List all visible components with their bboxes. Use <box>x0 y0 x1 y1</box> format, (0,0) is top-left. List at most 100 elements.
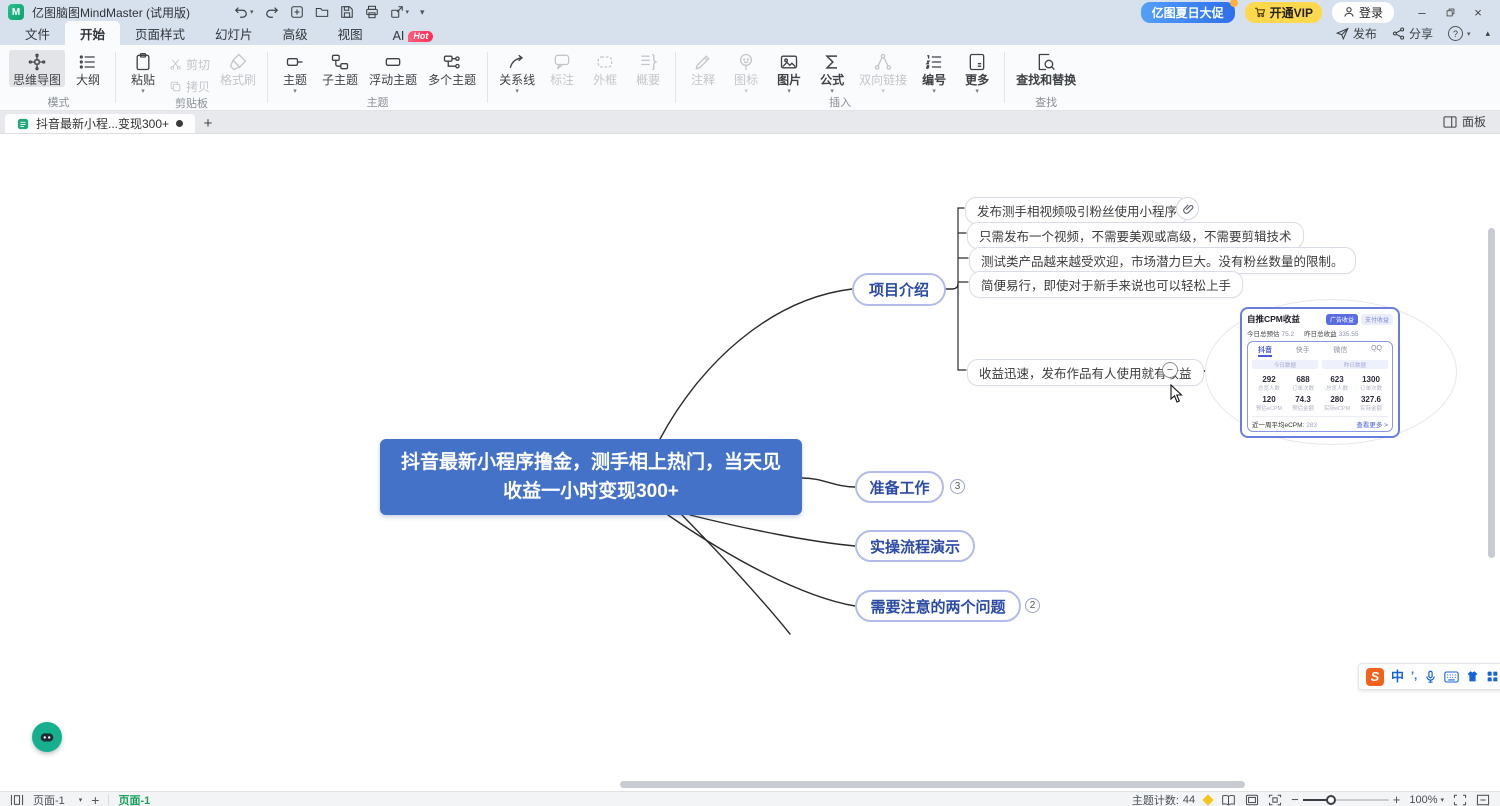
formula-sigma-icon <box>822 52 842 72</box>
page-tab-active[interactable]: 页面-1 <box>118 792 150 806</box>
collapse-toggle-icon[interactable]: − <box>1162 362 1178 378</box>
zoom-level-dropdown[interactable]: 100%▾ <box>1409 794 1444 806</box>
add-page-button[interactable]: + <box>91 792 99 806</box>
subtopic-market-potential[interactable]: 测试类产品越来越受欢迎，市场潜力巨大。没有粉丝数量的限制。 <box>969 247 1356 274</box>
zoom-out-button[interactable]: − <box>1291 792 1299 806</box>
callout-button[interactable]: 标注 <box>542 50 582 87</box>
sogou-input-toolbar[interactable]: S 中 ’, <box>1358 663 1500 690</box>
save-button[interactable] <box>340 5 354 19</box>
cut-button[interactable]: 剪切 <box>169 56 210 73</box>
export-dropdown-arrow[interactable]: ▾ <box>406 8 410 16</box>
menu-tab-view[interactable]: 视图 <box>323 21 378 45</box>
boundary-button[interactable]: 外框 <box>585 50 625 87</box>
more-insert-button[interactable]: 更多 ▾ <box>957 50 997 94</box>
collapsed-count-badge-preparation[interactable]: 3 <box>950 479 965 494</box>
multiple-topics-button[interactable]: 多个主题 <box>424 50 480 87</box>
menu-tab-file[interactable]: 文件 <box>10 21 65 45</box>
print-button[interactable] <box>365 5 379 19</box>
attachment-link-icon[interactable] <box>1176 197 1199 220</box>
floating-topic-button[interactable]: 浮动主题 <box>365 50 421 87</box>
insert-image-button[interactable]: 图片 ▾ <box>769 50 809 94</box>
subtopic-easy-for-beginners[interactable]: 简便易行，即使对于新手来说也可以轻松上手 <box>969 271 1243 298</box>
outline-mode-button[interactable]: 大纲 <box>68 50 108 87</box>
toolbox-grid-icon[interactable] <box>1486 670 1499 683</box>
cpm-stats-card-image[interactable]: 自推CPM收益 广告收益 支付收益 今日总预估75.2 昨日总收益335.55 … <box>1240 307 1400 438</box>
publish-button[interactable]: 发布 <box>1336 25 1377 42</box>
minimize-button[interactable]: – <box>1408 1 1436 23</box>
find-replace-button[interactable]: 查找和替换 <box>1012 50 1080 87</box>
collapsed-count-badge-two-issues[interactable]: 2 <box>1025 598 1040 613</box>
help-button[interactable]: ?▾ <box>1448 26 1471 41</box>
menu-tab-slideshow[interactable]: 幻灯片 <box>200 21 268 45</box>
summary-button[interactable]: 概要 <box>628 50 668 87</box>
slide-view-icon[interactable] <box>1245 794 1259 806</box>
mindmap-mode-button[interactable]: 思维导图 <box>9 50 65 87</box>
page-dropdown[interactable]: 页面-1▾ <box>33 792 82 806</box>
panel-toggle-button[interactable]: 面板 <box>1443 113 1500 133</box>
vip-button[interactable]: 开通VIP <box>1245 2 1322 23</box>
branch-preparation[interactable]: 准备工作 <box>855 471 944 503</box>
menu-tab-home[interactable]: 开始 <box>65 21 120 45</box>
vertical-scrollbar-thumb[interactable] <box>1488 228 1495 558</box>
collapse-canvas-icon[interactable] <box>1476 794 1490 806</box>
cart-icon <box>1254 6 1266 18</box>
new-tab-button[interactable]: + <box>195 114 221 133</box>
share-button[interactable]: 分享 <box>1392 25 1433 42</box>
weekly-ecpm-value: 283 <box>1306 422 1317 429</box>
export-share-button[interactable]: ▾ <box>390 5 410 19</box>
redo-button[interactable] <box>265 5 279 19</box>
gem-icon[interactable] <box>1202 794 1213 805</box>
keyboard-icon[interactable] <box>1444 671 1459 683</box>
chinese-mode-icon[interactable]: 中 <box>1391 670 1404 683</box>
customize-quick-access-button[interactable]: ▾ <box>420 7 425 18</box>
paste-button[interactable]: 粘贴 ▾ <box>123 50 163 94</box>
page-spread-view-icon[interactable] <box>1221 794 1236 806</box>
document-tab[interactable]: 抖音最新小程...变现300+ <box>5 114 195 133</box>
horizontal-scrollbar-thumb[interactable] <box>620 781 1245 788</box>
close-button[interactable]: × <box>1464 1 1492 23</box>
skin-shirt-icon[interactable] <box>1466 670 1479 683</box>
undo-dropdown-arrow[interactable]: ▾ <box>250 8 254 16</box>
branch-project-intro[interactable]: 项目介绍 <box>852 273 946 306</box>
branch-two-issues[interactable]: 需要注意的两个问题 <box>855 590 1021 622</box>
yesterday-revenue-label: 昨日总收益 <box>1304 331 1337 338</box>
subtopic-one-video[interactable]: 只需发布一个视频，不需要美观或高级，不需要剪辑技术 <box>967 222 1304 249</box>
app-title: 亿图脑图MindMaster (试用版) <box>32 4 190 21</box>
page-panel-icon[interactable] <box>10 794 24 806</box>
mindmap-canvas[interactable]: 抖音最新小程序撸金，测手相上热门，当天见收益一小时变现300+ 项目介绍 准备工… <box>0 134 1500 791</box>
menu-tab-page-style[interactable]: 页面样式 <box>120 21 200 45</box>
undo-button[interactable]: ▾ <box>234 5 254 19</box>
menu-tab-advanced[interactable]: 高级 <box>268 21 323 45</box>
numbering-button[interactable]: 编号 ▾ <box>914 50 954 94</box>
central-topic[interactable]: 抖音最新小程序撸金，测手相上热门，当天见收益一小时变现300+ <box>380 439 802 515</box>
subtopic-button[interactable]: 子主题 <box>318 50 362 87</box>
open-file-button[interactable] <box>315 5 329 19</box>
microphone-icon[interactable] <box>1424 670 1437 683</box>
punctuation-icon[interactable]: ’, <box>1411 671 1417 682</box>
restore-button[interactable] <box>1436 1 1464 23</box>
subtopic-publish-video[interactable]: 发布测手相视频吸引粉丝使用小程序 <box>965 197 1189 224</box>
insert-formula-button[interactable]: 公式 ▾ <box>812 50 852 94</box>
insert-icon-button[interactable]: 图标 ▾ <box>726 50 766 94</box>
zoom-slider-track[interactable] <box>1303 799 1389 801</box>
copy-button[interactable]: 拷贝 <box>169 78 210 95</box>
new-document-button[interactable] <box>290 5 304 19</box>
zoom-in-button[interactable]: + <box>1393 792 1401 806</box>
fit-to-window-icon[interactable] <box>1268 794 1282 806</box>
menu-tab-ai[interactable]: AI Hot <box>378 26 449 45</box>
login-button[interactable]: 登录 <box>1332 2 1394 23</box>
collapse-ribbon-button[interactable]: ▴ <box>1485 28 1490 39</box>
sogou-logo-icon[interactable]: S <box>1366 668 1384 686</box>
numbered-list-icon <box>924 52 944 72</box>
zoom-slider-knob[interactable] <box>1326 795 1336 805</box>
topic-button[interactable]: 主题 ▾ <box>275 50 315 94</box>
fullscreen-icon[interactable] <box>1453 794 1467 806</box>
format-painter-button[interactable]: 格式刷 <box>216 50 260 87</box>
ai-assistant-button[interactable] <box>32 722 62 752</box>
relationship-line-button[interactable]: 关系线 ▾ <box>495 50 539 94</box>
branch-demo-process[interactable]: 实操流程演示 <box>855 530 975 562</box>
ribbon-toolbar: 思维导图 大纲 模式 粘贴 ▾ 剪切 <box>0 45 1500 111</box>
promo-badge[interactable]: 亿图夏日大促 <box>1141 2 1235 23</box>
comment-button[interactable]: 注释 <box>683 50 723 87</box>
bidirectional-link-button[interactable]: 双向链接 ▾ <box>855 50 911 94</box>
